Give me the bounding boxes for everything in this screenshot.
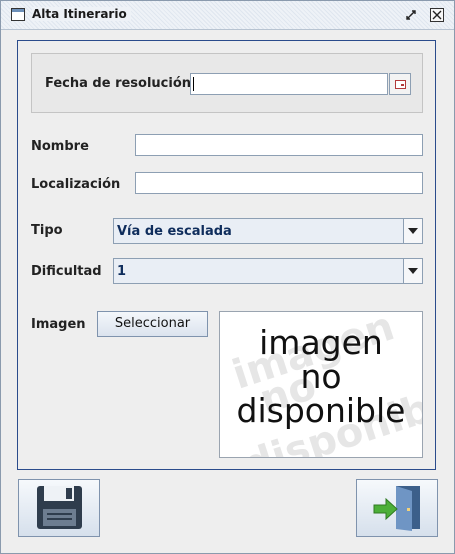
seleccionar-button[interactable]: Seleccionar [97,311,208,337]
nombre-field[interactable] [135,134,423,156]
calendar-button[interactable] [389,73,411,95]
fecha-label: Fecha de resolución [45,76,192,91]
fecha-group: Fecha de resolución [31,53,423,113]
close-icon[interactable] [430,8,444,22]
chevron-down-icon[interactable] [403,259,422,283]
image-preview: imagen no disponible imagen no disponibl… [219,311,423,458]
exit-door-icon [373,486,420,531]
floppy-disk-icon [37,486,82,529]
no-image-line-2: no [300,357,342,396]
nombre-label: Nombre [31,139,89,154]
window-icon [11,8,25,21]
save-button[interactable] [18,479,100,537]
dificultad-value: 1 [117,264,127,279]
imagen-label: Imagen [31,317,86,332]
localizacion-field[interactable] [135,172,423,194]
fecha-field[interactable] [190,73,388,95]
no-image-line-3: disponible [236,391,406,430]
window-title: Alta Itinerario [32,7,131,21]
dificultad-select[interactable]: 1 [113,258,423,284]
no-image-text: imagen no disponible [220,326,422,428]
text-caret [193,77,194,91]
dificultad-label: Dificultad [31,264,102,279]
exit-button[interactable] [356,479,438,537]
no-image-line-1: imagen [259,323,383,362]
minimize-icon[interactable] [404,8,418,22]
localizacion-label: Localización [31,177,121,192]
tipo-value: Vía de escalada [117,224,232,239]
chevron-down-icon[interactable] [403,219,422,243]
calendar-icon [395,80,406,89]
tipo-label: Tipo [31,223,63,238]
title-bar[interactable]: Alta Itinerario [1,1,454,30]
tipo-select[interactable]: Vía de escalada [113,218,423,244]
form-panel: Fecha de resolución Nombre Localización … [17,40,436,470]
